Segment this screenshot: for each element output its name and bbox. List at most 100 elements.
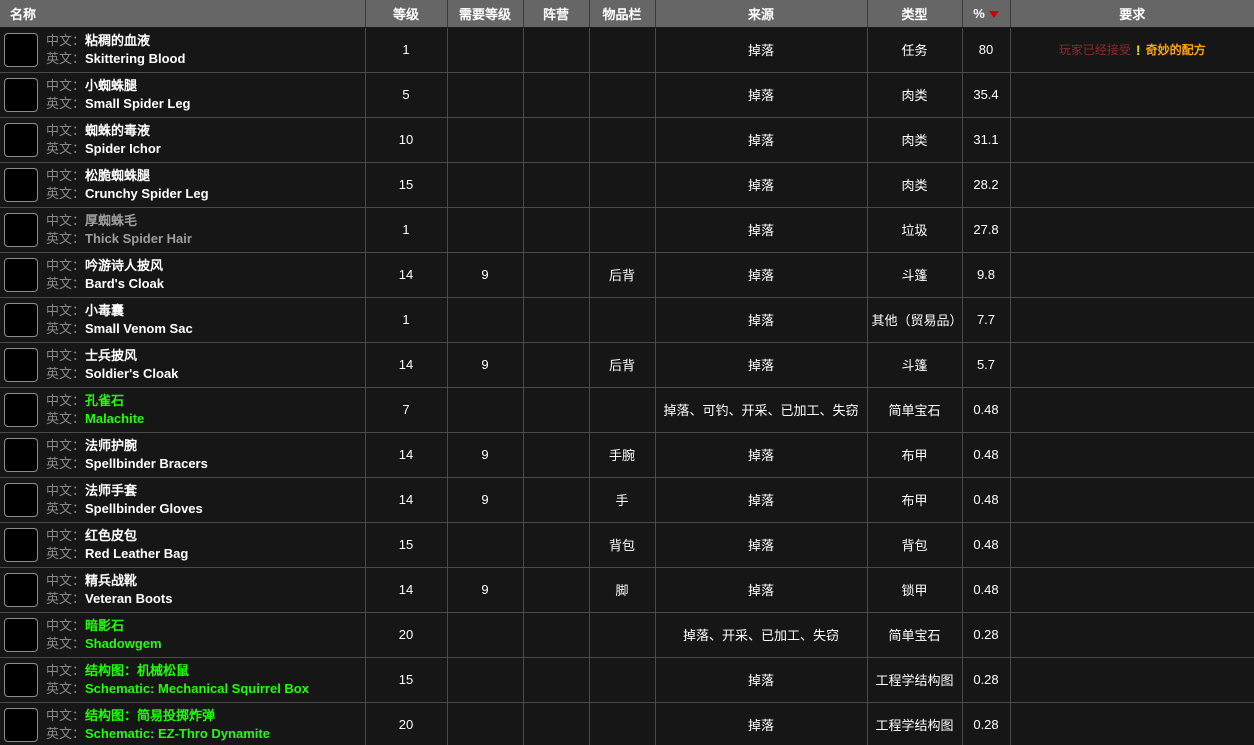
table-row[interactable]: 中文：小毒囊 英文：Small Venom Sac 1 掉落 其他（贸易品） 7.7 (0, 297, 1254, 343)
item-name-en[interactable]: Schematic: EZ-Thro Dynamite (85, 726, 270, 741)
item-name-zh[interactable]: 厚蜘蛛毛 (85, 213, 137, 228)
cell-slot: 脚 (589, 567, 656, 613)
spellbinder-gloves-icon[interactable] (4, 482, 38, 517)
table-row[interactable]: 中文：暗影石 英文：Shadowgem 20 掉落、开采、已加工、失窃 简单宝石 0.28 (0, 612, 1254, 658)
skittering-blood-icon[interactable] (4, 32, 38, 67)
item-name-zh[interactable]: 松脆蜘蛛腿 (85, 168, 150, 183)
cell-faction (523, 387, 590, 433)
veteran-boots-icon[interactable] (4, 572, 38, 607)
table-row[interactable]: 中文：结构图：简易投掷炸弹 英文：Schematic: EZ-Thro Dynam… (0, 702, 1254, 745)
item-name-zh[interactable]: 士兵披风 (85, 348, 137, 363)
soldiers-cloak-icon[interactable] (4, 347, 38, 382)
cell-item-name[interactable]: 中文：粘稠的血液 英文：Skittering Blood (0, 27, 366, 73)
item-name-en[interactable]: Thick Spider Hair (85, 231, 192, 246)
cell-item-name[interactable]: 中文：小蜘蛛腿 英文：Small Spider Leg (0, 72, 366, 118)
table-row[interactable]: 中文：松脆蜘蛛腿 英文：Crunchy Spider Leg 15 掉落 肉类 28.2 (0, 162, 1254, 208)
table-row[interactable]: 中文：粘稠的血液 英文：Skittering Blood 1 掉落 任务 80 玩家已经接受… (0, 27, 1254, 73)
item-name-en[interactable]: Crunchy Spider Leg (85, 186, 209, 201)
item-name-zh[interactable]: 暗影石 (85, 618, 124, 633)
item-name-en[interactable]: Spellbinder Bracers (85, 456, 208, 471)
table-row[interactable]: 中文：红色皮包 英文：Red Leather Bag 15 背包 掉落 背包 0.48 (0, 522, 1254, 568)
item-name-en[interactable]: Skittering Blood (85, 51, 185, 66)
small-venom-sac-icon[interactable] (4, 302, 38, 337)
item-name-en[interactable]: Small Venom Sac (85, 321, 193, 336)
table-row[interactable]: 中文：小蜘蛛腿 英文：Small Spider Leg 5 掉落 肉类 35.4 (0, 72, 1254, 118)
shadowgem-icon[interactable] (4, 617, 38, 652)
item-name-zh[interactable]: 吟游诗人披风 (85, 258, 163, 273)
item-name-zh[interactable]: 粘稠的血液 (85, 33, 150, 48)
small-spider-leg-icon[interactable] (4, 77, 38, 112)
table-row[interactable]: 中文：结构图：机械松鼠 英文：Schematic: Mechanical Squi… (0, 657, 1254, 703)
column-header-faction[interactable]: 阵营 (523, 0, 590, 28)
spellbinder-bracers-icon[interactable] (4, 437, 38, 472)
item-name-en[interactable]: Soldier's Cloak (85, 366, 178, 381)
item-name-en[interactable]: Spider Ichor (85, 141, 161, 156)
column-header-level[interactable]: 等级 (365, 0, 448, 28)
column-header-name[interactable]: 名称 (0, 0, 366, 28)
cell-item-name[interactable]: 中文：法师手套 英文：Spellbinder Gloves (0, 477, 366, 523)
item-name-zh[interactable]: 小蜘蛛腿 (85, 78, 137, 93)
cell-item-name[interactable]: 中文：结构图：机械松鼠 英文：Schematic: Mechanical Squi… (0, 657, 366, 703)
cell-item-name[interactable]: 中文：松脆蜘蛛腿 英文：Crunchy Spider Leg (0, 162, 366, 208)
item-name-en[interactable]: Spellbinder Gloves (85, 501, 203, 516)
item-name-zh[interactable]: 小毒囊 (85, 303, 124, 318)
cell-item-name[interactable]: 中文：精兵战靴 英文：Veteran Boots (0, 567, 366, 613)
table-row[interactable]: 中文：孔雀石 英文：Malachite 7 掉落、可钓、开采、已加工、失窃 简单宝石 0.… (0, 387, 1254, 433)
item-name-zh-line: 中文：厚蜘蛛毛 (46, 212, 192, 230)
item-name-zh-line: 中文：结构图：简易投掷炸弹 (46, 707, 270, 725)
item-name-lines: 中文：结构图：简易投掷炸弹 英文：Schematic: EZ-Thro Dynam… (46, 707, 270, 742)
cell-item-name[interactable]: 中文：暗影石 英文：Shadowgem (0, 612, 366, 658)
column-header-require[interactable]: 要求 (1010, 0, 1254, 28)
column-header-slot[interactable]: 物品栏 (589, 0, 656, 28)
thick-spider-hair-icon[interactable] (4, 212, 38, 247)
crunchy-spider-leg-icon[interactable] (4, 167, 38, 202)
bards-cloak-icon[interactable] (4, 257, 38, 292)
item-name-zh[interactable]: 精兵战靴 (85, 573, 137, 588)
item-name-zh[interactable]: 红色皮包 (85, 528, 137, 543)
item-name-zh[interactable]: 蜘蛛的毒液 (85, 123, 150, 138)
cell-item-name[interactable]: 中文：厚蜘蛛毛 英文：Thick Spider Hair (0, 207, 366, 253)
cell-required-level (447, 27, 524, 73)
table-row[interactable]: 中文：厚蜘蛛毛 英文：Thick Spider Hair 1 掉落 垃圾 27.8 (0, 207, 1254, 253)
item-icon-art (6, 215, 36, 245)
item-name-en[interactable]: Veteran Boots (85, 591, 172, 606)
cell-faction (523, 27, 590, 73)
requirement-quest-link[interactable]: 奇妙的配方 (1146, 41, 1206, 58)
item-name-en[interactable]: Small Spider Leg (85, 96, 190, 111)
table-row[interactable]: 中文：法师护腕 英文：Spellbinder Bracers 14 9 手腕 掉落 布甲 0.… (0, 432, 1254, 478)
item-name-en[interactable]: Bard's Cloak (85, 276, 164, 291)
table-row[interactable]: 中文：法师手套 英文：Spellbinder Gloves 14 9 手掉落 布甲 0.48 (0, 477, 1254, 523)
red-leather-bag-icon[interactable] (4, 527, 38, 562)
schematic-icon[interactable] (4, 707, 38, 742)
cell-item-name[interactable]: 中文：红色皮包 英文：Red Leather Bag (0, 522, 366, 568)
cell-item-name[interactable]: 中文：吟游诗人披风 英文：Bard's Cloak (0, 252, 366, 298)
table-row[interactable]: 中文：精兵战靴 英文：Veteran Boots 14 9 脚掉落 锁甲 0.48 (0, 567, 1254, 613)
table-row[interactable]: 中文：士兵披风 英文：Soldier's Cloak 14 9 后背 掉落 斗篷 5.7 (0, 342, 1254, 388)
column-header-type[interactable]: 类型 (867, 0, 963, 28)
table-row[interactable]: 中文：吟游诗人披风 英文：Bard's Cloak 14 9 后背 掉落 斗篷 9.8 (0, 252, 1254, 298)
column-header-source[interactable]: 来源 (655, 0, 868, 28)
spider-ichor-icon[interactable] (4, 122, 38, 157)
item-name-zh[interactable]: 法师手套 (85, 483, 137, 498)
cell-item-name[interactable]: 中文：蜘蛛的毒液 英文：Spider Ichor (0, 117, 366, 163)
item-name-zh[interactable]: 结构图：机械松鼠 (85, 663, 189, 678)
item-name-en[interactable]: Shadowgem (85, 636, 162, 651)
cell-item-name[interactable]: 中文：孔雀石 英文：Malachite (0, 387, 366, 433)
column-header-percent[interactable]: % (962, 0, 1011, 28)
cell-item-name[interactable]: 中文：士兵披风 英文：Soldier's Cloak (0, 342, 366, 388)
item-name-zh[interactable]: 孔雀石 (85, 393, 124, 408)
item-name-en[interactable]: Schematic: Mechanical Squirrel Box (85, 681, 309, 696)
item-name-zh[interactable]: 法师护腕 (85, 438, 137, 453)
cell-item-name[interactable]: 中文：法师护腕 英文：Spellbinder Bracers (0, 432, 366, 478)
column-header-req_level[interactable]: 需要等级 (447, 0, 524, 28)
item-name-en[interactable]: Malachite (85, 411, 144, 426)
cell-item-name[interactable]: 中文：结构图：简易投掷炸弹 英文：Schematic: EZ-Thro Dynam… (0, 702, 366, 745)
item-name-zh[interactable]: 结构图：简易投掷炸弹 (85, 708, 215, 723)
schematic-icon[interactable] (4, 662, 38, 697)
malachite-icon[interactable] (4, 392, 38, 427)
cell-item-name[interactable]: 中文：小毒囊 英文：Small Venom Sac (0, 297, 366, 343)
table-row[interactable]: 中文：蜘蛛的毒液 英文：Spider Ichor 10 掉落 肉类 31.1 (0, 117, 1254, 163)
item-name-en[interactable]: Red Leather Bag (85, 546, 188, 561)
cell-level: 15 (365, 522, 448, 568)
sort-descending-icon[interactable] (988, 10, 999, 18)
